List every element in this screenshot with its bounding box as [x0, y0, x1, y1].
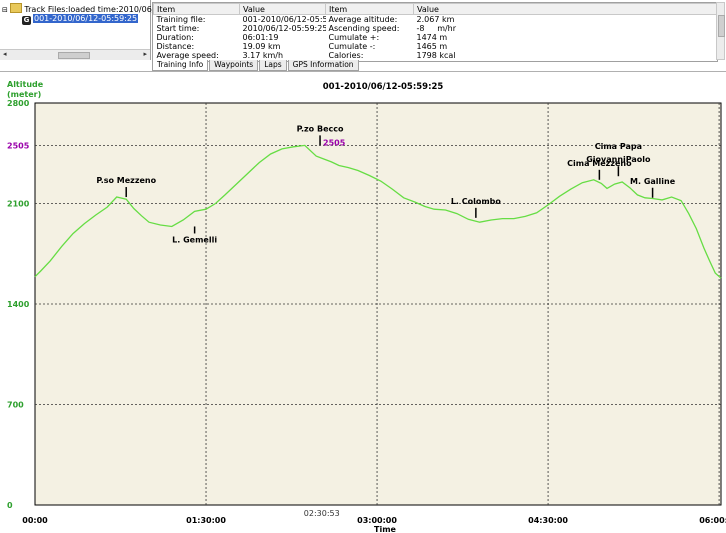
- table-cell: Average speed:: [156, 51, 219, 60]
- column-header[interactable]: Value: [413, 3, 717, 15]
- table-cell: Cumulate +:: [328, 33, 380, 42]
- tree-track-label[interactable]: 001-2010/06/12-05:59:25: [33, 14, 139, 23]
- table-cell: Distance:: [156, 42, 195, 51]
- y-tick-label: 700: [7, 401, 24, 410]
- annotation-label: L. Colombo: [451, 197, 502, 206]
- table-row: Average speed: 3.17 km/h Calories: 1798 …: [154, 51, 718, 60]
- table-cell: Start time:: [156, 24, 200, 33]
- x-tick-label: 04:30:00: [528, 516, 568, 525]
- tree-track-item[interactable]: G 001-2010/06/12-05:59:25: [22, 14, 139, 25]
- training-info-table: Item Value Item Value Training file: 001…: [152, 2, 718, 62]
- table-cell: Calories:: [328, 51, 364, 60]
- table-cell: Duration:: [156, 33, 194, 42]
- x-axis-label: Time: [374, 525, 397, 533]
- table-cell: 1474 m: [416, 33, 448, 42]
- tab-laps[interactable]: Laps: [259, 60, 287, 71]
- peak-time-label: 02:30:53: [304, 509, 340, 518]
- y-tick-label: 2505: [7, 141, 30, 150]
- y-tick-label: 0: [7, 501, 13, 510]
- table-cell: 1465 m: [416, 42, 448, 51]
- table-cell: Average altitude:: [328, 15, 398, 24]
- table-cell: 3.17 km/h: [242, 51, 284, 60]
- table-row: Training file: 001-2010/06/12-05:59:25 A…: [154, 15, 718, 24]
- table-cell: 001-2010/06/12-05:59:25: [242, 15, 326, 24]
- table-row: Duration: 06:01:19 Cumulate +: 1474 m: [154, 33, 718, 42]
- y-axis-label-line2: (meter): [7, 90, 41, 99]
- scroll-thumb[interactable]: [718, 15, 725, 37]
- altitude-chart[interactable]: P.so Mezzeno L. Gemelli P.zo Becco L. Colom…: [0, 72, 726, 533]
- table-cell: 2.067 km: [416, 15, 455, 24]
- chart-title: 001-2010/06/12-05:59:25: [323, 82, 444, 92]
- expand-icon[interactable]: ⊟: [2, 6, 8, 14]
- tab-gps-information[interactable]: GPS Information: [287, 60, 359, 71]
- x-tick-label: 03:00:00: [357, 516, 397, 525]
- table-row: Start time: 2010/06/12-05:59:25 Ascendin…: [154, 24, 718, 33]
- x-tick-label: 06:00:00: [699, 516, 726, 525]
- annotation-label: M. Galline: [630, 177, 676, 186]
- annotation-label: L. Gemelli: [172, 235, 217, 244]
- max-altitude-label: 2505: [323, 138, 346, 147]
- annotation-label: Cima Papa: [595, 142, 642, 151]
- column-header[interactable]: Item: [153, 3, 240, 15]
- x-tick-label: 01:30:00: [186, 516, 226, 525]
- track-tree-panel: ⊟ Track Files:loaded time:2010/06/12/17-…: [0, 0, 193, 60]
- y-tick-label: 1400: [7, 300, 30, 309]
- folder-icon: [10, 3, 23, 13]
- table-cell: 19.09 km: [242, 42, 281, 51]
- table-cell: 2010/06/12-05:59:25: [242, 24, 326, 33]
- table-cell: 1798 kcal: [416, 51, 456, 60]
- y-tick-label: 2100: [7, 200, 30, 209]
- table-cell: Cumulate -:: [328, 42, 376, 51]
- table-cell: 06:01:19: [242, 33, 279, 42]
- table-cell: Ascending speed:: [328, 24, 400, 33]
- info-vertical-scrollbar[interactable]: [716, 2, 725, 60]
- table-cell: Training file:: [156, 15, 206, 24]
- table-row: Distance: 19.09 km Cumulate -: 1465 m: [154, 42, 718, 51]
- y-tick-label: 2800: [7, 99, 30, 108]
- table-cell: -8 m/hr: [416, 24, 457, 33]
- y-axis-label-line1: Altitude: [7, 80, 44, 89]
- scroll-thumb[interactable]: [58, 52, 90, 59]
- tab-training-info[interactable]: Training Info: [152, 60, 209, 71]
- tree-horizontal-scrollbar[interactable]: ◂ ▸: [0, 49, 150, 60]
- annotation-label: P.zo Becco: [297, 124, 344, 133]
- gps-track-icon: G: [22, 16, 31, 25]
- tab-waypoints[interactable]: Waypoints: [209, 60, 259, 71]
- scroll-left-arrow-icon[interactable]: ◂: [3, 50, 7, 58]
- table-header-row: Item Value Item Value: [153, 3, 717, 15]
- column-header[interactable]: Value: [239, 3, 326, 15]
- column-header[interactable]: Item: [325, 3, 414, 15]
- info-tabs: Training Info Waypoints Laps GPS Informa…: [152, 60, 360, 71]
- scroll-right-arrow-icon[interactable]: ▸: [143, 50, 147, 58]
- annotation-label: P.so Mezzeno: [96, 176, 156, 185]
- x-tick-label: 00:00: [22, 516, 48, 525]
- annotation-label: GiovanniPaolo: [586, 155, 651, 164]
